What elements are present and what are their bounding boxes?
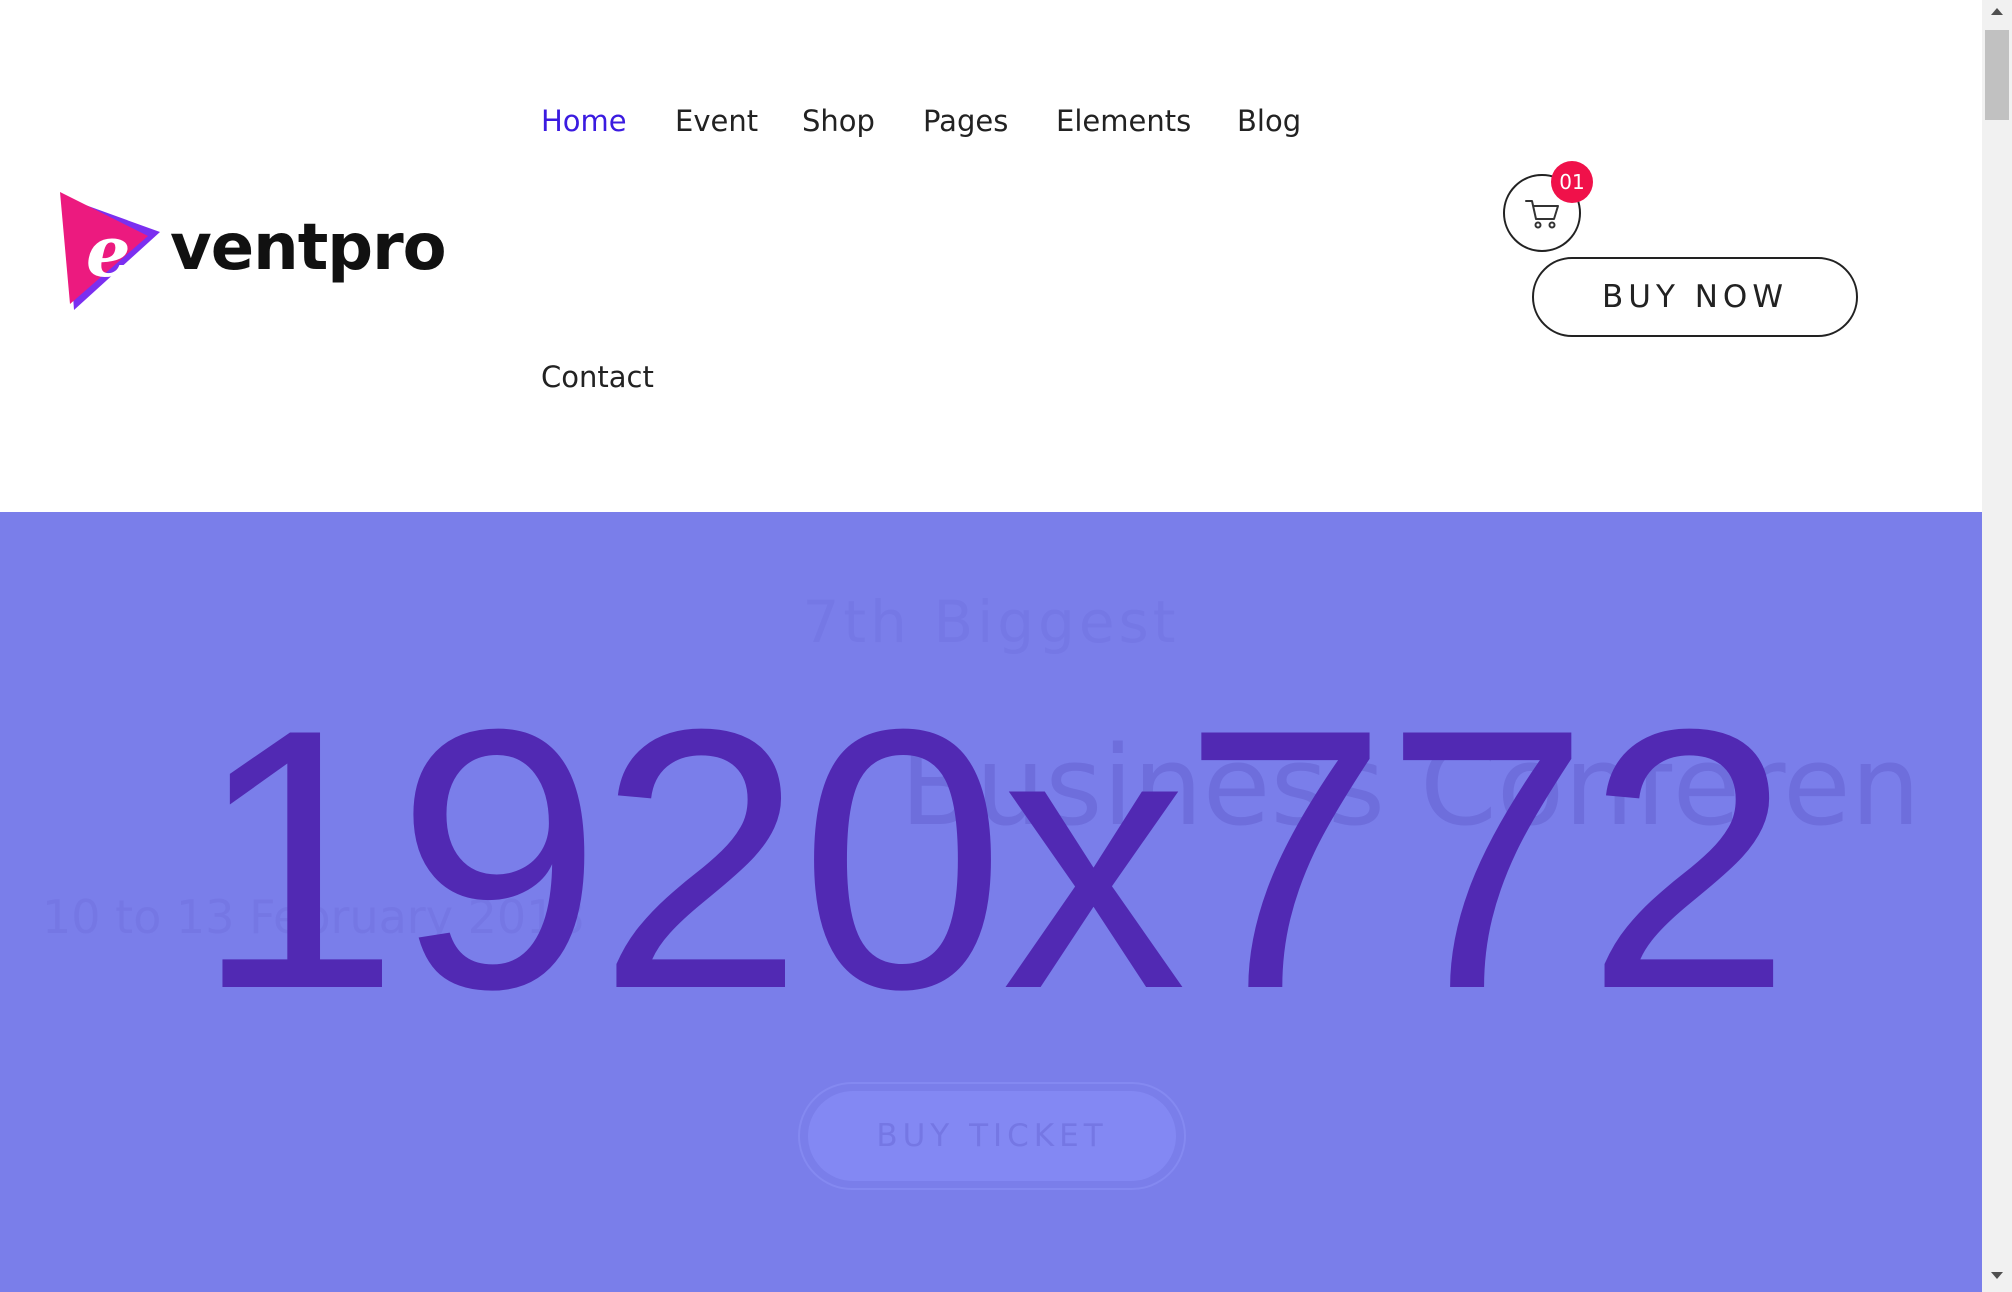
nav-item-home[interactable]: Home: [541, 104, 627, 138]
vertical-scrollbar[interactable]: [1982, 0, 2012, 1292]
scrollbar-thumb[interactable]: [1985, 30, 2009, 120]
buy-now-button[interactable]: BUY NOW: [1532, 257, 1858, 337]
scroll-down-arrow-icon[interactable]: [1991, 1272, 2003, 1279]
nav-item-elements[interactable]: Elements: [1056, 104, 1191, 138]
nav-item-event[interactable]: Event: [675, 104, 758, 138]
logo-mark-icon: e: [60, 192, 160, 310]
site-header: e ventpro Home Event Shop Pages Elements…: [0, 0, 1982, 512]
hero-banner: 7th Biggest Business Conferen 10 to 13 F…: [0, 512, 1982, 1292]
image-placeholder-dimensions: 1920x772: [194, 653, 1791, 1066]
cart-count-badge: 01: [1551, 161, 1593, 203]
hero-subtitle: 7th Biggest: [802, 588, 1180, 656]
scroll-up-arrow-icon[interactable]: [1991, 8, 2003, 15]
nav-item-shop[interactable]: Shop: [802, 104, 875, 138]
nav-item-contact[interactable]: Contact: [541, 360, 654, 394]
logo-wordmark: ventpro: [170, 211, 447, 285]
logo-letter: e: [86, 210, 131, 293]
nav-item-pages[interactable]: Pages: [923, 104, 1008, 138]
nav-item-blog[interactable]: Blog: [1237, 104, 1301, 138]
buy-ticket-button[interactable]: BUY TICKET: [808, 1091, 1176, 1181]
shopping-cart-icon: [1525, 200, 1559, 229]
logo[interactable]: e ventpro: [56, 192, 447, 322]
page-viewport: e ventpro Home Event Shop Pages Elements…: [0, 0, 1982, 1292]
